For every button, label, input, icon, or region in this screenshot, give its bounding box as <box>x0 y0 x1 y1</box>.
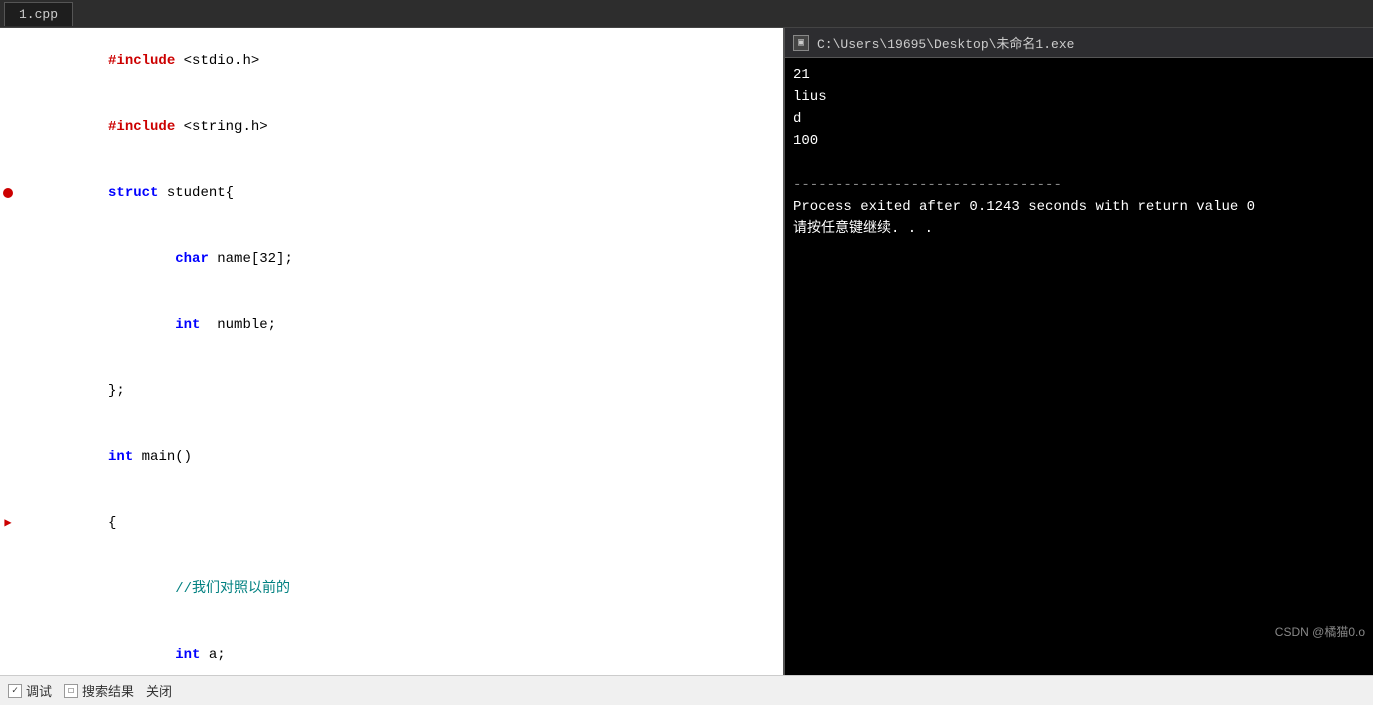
line-indicator-2 <box>0 94 16 160</box>
terminal-body[interactable]: 21 lius d 100 --------------------------… <box>785 58 1373 675</box>
terminal-line-4: 100 <box>793 130 1365 152</box>
code-area: #include <stdio.h> #include <string.h> s… <box>0 28 783 675</box>
line-indicator-6 <box>0 358 16 424</box>
terminal-panel: ▣ C:\Users\19695\Desktop\未命名1.exe 21 liu… <box>783 28 1373 675</box>
code-line-7: int main() <box>0 424 783 490</box>
code-content-2: #include <string.h> <box>16 94 783 160</box>
code-content-3: struct student{ <box>16 160 783 226</box>
token: <string.h> <box>175 119 267 135</box>
token: student{ <box>158 185 234 201</box>
code-line-3: struct student{ <box>0 160 783 226</box>
main-content: #include <stdio.h> #include <string.h> s… <box>0 28 1373 675</box>
terminal-title: C:\Users\19695\Desktop\未命名1.exe <box>817 33 1074 52</box>
token: { <box>108 515 116 531</box>
code-line-9: //我们对照以前的 <box>0 556 783 622</box>
code-line-5: int numble; <box>0 292 783 358</box>
code-content-9: //我们对照以前的 <box>16 556 783 622</box>
terminal-separator: -------------------------------- <box>793 174 1365 196</box>
token: char <box>175 251 209 267</box>
token: <stdio.h> <box>175 53 259 69</box>
code-line-10: int a; <box>0 622 783 675</box>
tab-file[interactable]: 1.cpp <box>4 2 73 26</box>
token: main() <box>133 449 192 465</box>
terminal-icon: ▣ <box>793 35 809 51</box>
terminal-prompt: 请按任意键继续. . . <box>793 218 1365 240</box>
code-line-2: #include <string.h> <box>0 94 783 160</box>
token: int <box>108 449 133 465</box>
code-line-6: }; <box>0 358 783 424</box>
terminal-line-2: lius <box>793 86 1365 108</box>
token <box>108 647 175 663</box>
tab-bar: 1.cpp <box>0 0 1373 28</box>
token: #include <box>108 53 175 69</box>
terminal-line-1: 21 <box>793 64 1365 86</box>
bottom-label-debug: 调试 <box>26 681 52 700</box>
code-content-6: }; <box>16 358 783 424</box>
token: a; <box>200 647 225 663</box>
bottom-item-search[interactable]: ☐ 搜索结果 <box>64 681 134 700</box>
bottom-item-close[interactable]: 关闭 <box>146 681 172 700</box>
code-line-8: ▶ { <box>0 490 783 556</box>
line-indicator-1 <box>0 28 16 94</box>
line-indicator-10 <box>0 622 16 675</box>
token: struct <box>108 185 158 201</box>
code-content-4: char name[32]; <box>16 226 783 292</box>
code-content-10: int a; <box>16 622 783 675</box>
tab-label: 1.cpp <box>19 7 58 22</box>
terminal-title-bar: ▣ C:\Users\19695\Desktop\未命名1.exe <box>785 28 1373 58</box>
token: #include <box>108 119 175 135</box>
token: numble; <box>200 317 276 333</box>
editor-panel[interactable]: #include <stdio.h> #include <string.h> s… <box>0 28 783 675</box>
terminal-empty-1 <box>793 152 1365 174</box>
code-line-1: #include <stdio.h> <box>0 28 783 94</box>
line-indicator-5 <box>0 292 16 358</box>
bottom-label-close: 关闭 <box>146 681 172 700</box>
line-indicator-4 <box>0 226 16 292</box>
arrow-icon-8: ▶ <box>4 512 11 534</box>
bottom-label-search: 搜索结果 <box>82 681 134 700</box>
terminal-container: 21 lius d 100 --------------------------… <box>785 58 1373 675</box>
line-indicator-7 <box>0 424 16 490</box>
token: }; <box>108 383 125 399</box>
code-content-5: int numble; <box>16 292 783 358</box>
token: int <box>175 647 200 663</box>
code-content-1: #include <stdio.h> <box>16 28 783 94</box>
token: //我们对照以前的 <box>108 581 290 597</box>
terminal-exit-message: Process exited after 0.1243 seconds with… <box>793 196 1365 218</box>
code-content-7: int main() <box>16 424 783 490</box>
token: int <box>175 317 200 333</box>
bottom-item-debug[interactable]: ✓ 调试 <box>8 681 52 700</box>
bottom-bar: ✓ 调试 ☐ 搜索结果 关闭 <box>0 675 1373 705</box>
checkbox-debug: ✓ <box>8 684 22 698</box>
terminal-watermark: CSDN @橘猫0.o <box>1275 623 1365 640</box>
token: name[32]; <box>209 251 293 267</box>
line-indicator-3 <box>0 160 16 226</box>
line-indicator-8: ▶ <box>0 490 16 556</box>
token <box>108 317 175 333</box>
line-indicator-9 <box>0 556 16 622</box>
code-line-4: char name[32]; <box>0 226 783 292</box>
checkbox-search: ☐ <box>64 684 78 698</box>
token <box>108 251 175 267</box>
terminal-line-3: d <box>793 108 1365 130</box>
code-content-8: { <box>16 490 783 556</box>
breakpoint-3 <box>3 188 13 198</box>
